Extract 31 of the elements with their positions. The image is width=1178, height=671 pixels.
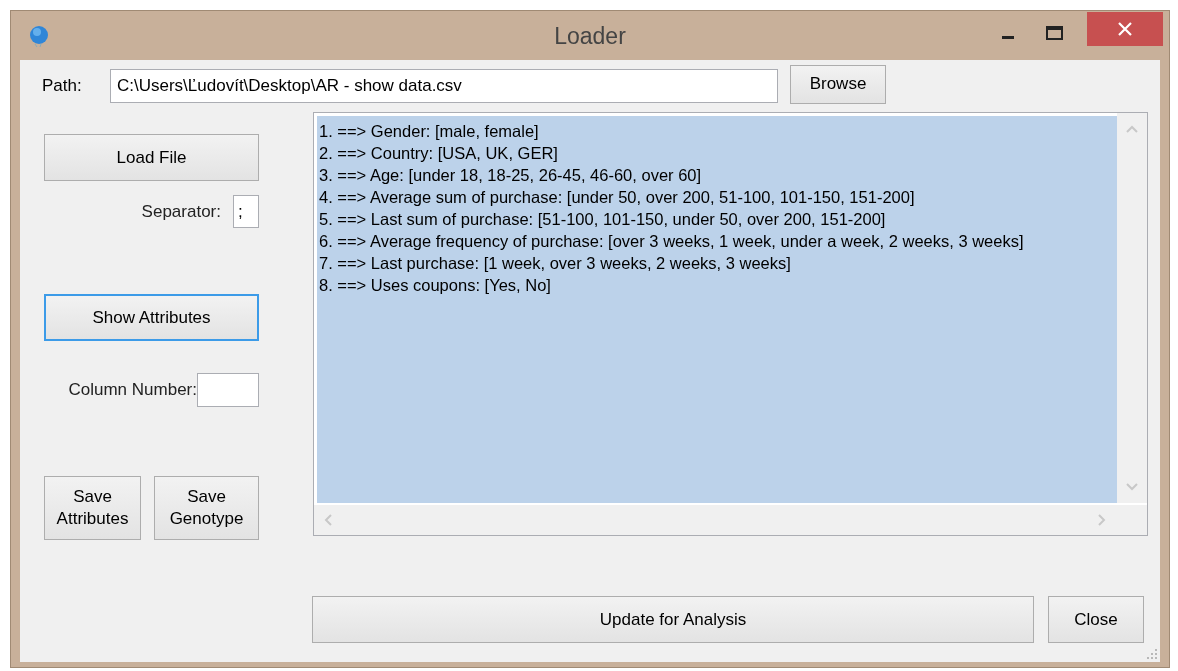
window-title: Loader (554, 23, 626, 49)
browse-button[interactable]: Browse (790, 64, 886, 104)
save-attributes-button[interactable]: Save Attributes (44, 476, 141, 540)
column-number-field[interactable] (197, 373, 259, 407)
column-number-label: Column Number: (68, 380, 197, 400)
close-icon (1118, 22, 1132, 36)
path-field[interactable]: C:\Users\Ľudovít\Desktop\AR - show data.csv (110, 69, 778, 103)
separator-field[interactable]: ; (233, 195, 259, 228)
output-line: 4. ==> Average sum of purchase: [under 50, over 200, 51-100, 101-150, 151-200] (319, 187, 915, 208)
scroll-down-icon[interactable] (1126, 483, 1138, 491)
scroll-left-icon[interactable] (324, 514, 332, 526)
globe-icon (29, 24, 49, 47)
scroll-right-icon[interactable] (1098, 514, 1106, 526)
path-label: Path: (41, 76, 83, 96)
close-window-button[interactable] (1087, 12, 1163, 46)
output-line: 8. ==> Uses coupons: [Yes, No] (319, 275, 551, 296)
save-genotype-button[interactable]: Save Genotype (154, 476, 259, 540)
close-button[interactable]: Close (1048, 596, 1144, 643)
output-text-area[interactable] (313, 112, 1148, 536)
output-line: 1. ==> Gender: [male, female] (319, 121, 539, 142)
output-line: 6. ==> Average frequency of purchase: [over 3 weeks, 1 week, under a week, 2 weeks, 3 weeks] (319, 231, 1024, 252)
resize-grip-icon[interactable] (1146, 648, 1158, 660)
output-line: 2. ==> Country: [USA, UK, GER] (319, 143, 558, 164)
show-attributes-button[interactable]: Show Attributes (44, 294, 259, 341)
separator-label: Separator: (141, 201, 221, 222)
update-button[interactable]: Update for Analysis (312, 596, 1034, 643)
output-line: 3. ==> Age: [under 18, 18-25, 26-45, 46-60, over 60] (319, 165, 702, 186)
output-line: 7. ==> Last purchase: [1 week, over 3 weeks, 2 weeks, 3 weeks] (319, 253, 791, 274)
scroll-up-icon[interactable] (1126, 125, 1138, 133)
load-file-button[interactable]: Load File (44, 134, 259, 181)
output-line: 5. ==> Last sum of purchase: [51-100, 101-150, under 50, over 200, 151-200] (319, 209, 886, 230)
